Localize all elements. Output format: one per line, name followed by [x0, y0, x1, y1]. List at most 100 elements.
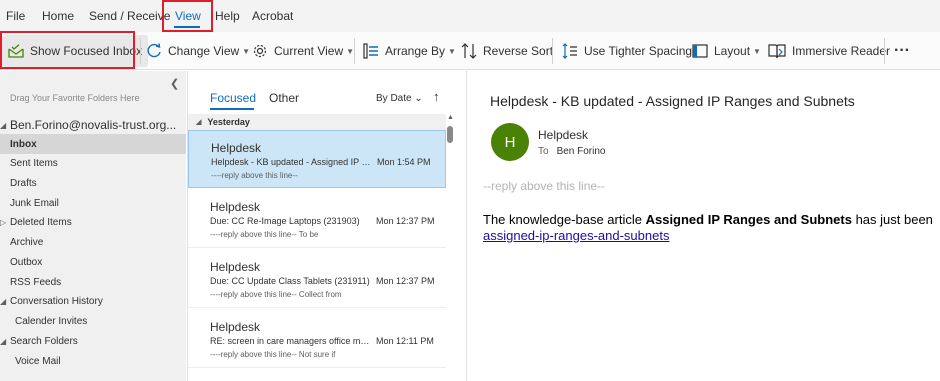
- folder-search-folders[interactable]: ◢ Search Folders: [0, 331, 186, 351]
- folder-label: RSS Feeds: [10, 276, 62, 288]
- layout-button[interactable]: Layout ▼: [692, 32, 761, 70]
- sender-name[interactable]: Helpdesk: [538, 128, 588, 142]
- folder-conversation-history[interactable]: ◢ Conversation History: [0, 291, 186, 311]
- expand-triangle-icon: ▷: [0, 217, 7, 227]
- message-preview: ----reply above this line-- Collect from: [210, 290, 342, 299]
- message-preview: ----reply above this line-- To be: [210, 230, 319, 239]
- change-view-button[interactable]: Change View ▼: [146, 32, 250, 70]
- avatar[interactable]: H: [491, 123, 529, 161]
- folder-sent-items[interactable]: Sent Items: [0, 153, 186, 173]
- sort-arrows-icon: [461, 43, 477, 59]
- immersive-reader-icon: [768, 43, 786, 59]
- folder-label: Deleted Items: [10, 216, 72, 228]
- expand-triangle-icon: ◢: [0, 296, 7, 306]
- spacing-icon: [562, 43, 578, 59]
- menu-help[interactable]: Help: [215, 9, 240, 23]
- expand-triangle-icon: ◢: [0, 336, 7, 346]
- scrollbar-thumb[interactable]: [447, 126, 453, 143]
- message-item[interactable]: Helpdesk Due: CC Update Class Tablets (2…: [188, 250, 446, 308]
- message-subject: Due: CC Re-Image Laptops (231903): [210, 216, 360, 226]
- arrange-by-button[interactable]: Arrange By ▼: [363, 32, 456, 70]
- folder-label: Voice Mail: [15, 355, 61, 367]
- folder-drafts[interactable]: Drafts: [0, 173, 186, 193]
- current-view-button[interactable]: Current View ▼: [252, 32, 354, 70]
- sort-by-dropdown[interactable]: By Date ⌄: [376, 93, 423, 104]
- tab-other[interactable]: Other: [269, 91, 299, 105]
- favorites-hint: Drag Your Favorite Folders Here: [10, 93, 140, 103]
- layout-icon: [692, 43, 708, 59]
- message-sender: Helpdesk: [210, 200, 261, 214]
- reverse-sort-button[interactable]: Reverse Sort: [461, 32, 553, 70]
- ribbon-separator: [354, 38, 355, 64]
- arrange-icon: [363, 43, 379, 59]
- folder-rss-feeds[interactable]: RSS Feeds: [0, 272, 186, 292]
- ribbon-separator: [552, 38, 553, 64]
- message-preview: ----reply above this line-- Not sure if: [210, 350, 336, 359]
- message-item[interactable]: Helpdesk Helpdesk - KB updated - Assigne…: [188, 130, 446, 188]
- scroll-up-arrow-icon[interactable]: ▲: [447, 114, 454, 121]
- folder-archive[interactable]: Archive: [0, 232, 186, 252]
- chevron-down-icon: ▼: [346, 46, 355, 56]
- menu-home[interactable]: Home: [42, 9, 74, 23]
- group-header-yesterday[interactable]: ◢ Yesterday: [188, 114, 446, 130]
- folder-calender-invites[interactable]: Calender Invites: [0, 311, 186, 331]
- body-suffix: has just been: [851, 212, 933, 227]
- chevron-down-icon: ⌄: [414, 93, 423, 104]
- view-tab-underline: [174, 26, 200, 28]
- body-prefix: The knowledge-base article: [483, 212, 646, 227]
- message-subject: Due: CC Update Class Tablets (231911): [210, 276, 370, 286]
- tighter-spacing-button[interactable]: Use Tighter Spacing: [562, 32, 692, 70]
- folder-voice-mail[interactable]: Voice Mail: [0, 351, 186, 371]
- menu-file[interactable]: File: [6, 9, 25, 23]
- folder-label: Drafts: [10, 177, 37, 189]
- immersive-reader-button[interactable]: Immersive Reader: [768, 32, 890, 70]
- sort-direction-arrow-icon[interactable]: ↑: [433, 89, 440, 104]
- chevron-down-icon: ▼: [753, 46, 761, 56]
- folder-inbox[interactable]: Inbox: [0, 134, 186, 154]
- message-list-scrollbar[interactable]: ▲: [446, 114, 454, 381]
- folder-label: Search Folders: [10, 335, 78, 347]
- group-label: Yesterday: [207, 117, 250, 127]
- change-view-icon: [146, 43, 162, 59]
- change-view-label: Change View: [168, 44, 240, 58]
- message-subject-heading: Helpdesk - KB updated - Assigned IP Rang…: [490, 93, 855, 109]
- reply-separator-line: --reply above this line--: [483, 179, 606, 193]
- folder-label: Sent Items: [10, 157, 58, 169]
- recipient-name[interactable]: Ben Forino: [557, 146, 606, 157]
- more-options-button[interactable]: ···: [894, 32, 910, 70]
- folder-label: Outbox: [10, 256, 43, 268]
- folder-label: Inbox: [10, 138, 37, 150]
- menu-acrobat[interactable]: Acrobat: [252, 9, 293, 23]
- folder-deleted-items[interactable]: ▷ Deleted Items: [0, 212, 186, 232]
- show-focused-inbox-label: Show Focused Inbox: [30, 44, 143, 58]
- message-time: Mon 12:37 PM: [376, 216, 435, 226]
- folder-outbox[interactable]: Outbox: [0, 252, 186, 272]
- tab-focused[interactable]: Focused: [210, 91, 256, 105]
- folder-label: Calender Invites: [15, 315, 88, 327]
- article-link[interactable]: assigned-ip-ranges-and-subnets: [483, 228, 669, 243]
- message-time: Mon 1:54 PM: [377, 157, 431, 167]
- message-list: Focused Other By Date ⌄ ↑ ◢ Yesterday He…: [187, 71, 454, 381]
- menu-send-receive[interactable]: Send / Receive: [89, 9, 170, 23]
- account-header[interactable]: ◢ Ben.Forino@novalis-trust.org...: [0, 115, 186, 135]
- account-name: Ben.Forino@novalis-trust.org...: [10, 118, 177, 132]
- folder-label: Archive: [10, 236, 44, 248]
- message-body-text: The knowledge-base article Assigned IP R…: [483, 212, 933, 227]
- message-time: Mon 12:37 PM: [376, 276, 435, 286]
- collapse-pane-icon[interactable]: ❮: [170, 77, 179, 90]
- chevron-down-icon: ▼: [448, 46, 456, 56]
- folder-junk-email[interactable]: Junk Email: [0, 193, 186, 213]
- message-item[interactable]: Helpdesk Due: CC Re-Image Laptops (23190…: [188, 190, 446, 248]
- message-sender: Helpdesk: [210, 260, 261, 274]
- recipient-line: To Ben Forino: [538, 146, 605, 157]
- ribbon-separator: [140, 38, 141, 64]
- immersive-reader-label: Immersive Reader: [792, 44, 891, 58]
- message-sender: Helpdesk: [211, 141, 262, 155]
- message-subject: Helpdesk - KB updated - Assigned IP Ra..…: [211, 157, 371, 167]
- menu-view[interactable]: View: [175, 9, 201, 23]
- message-time: Mon 12:11 PM: [376, 336, 434, 346]
- gear-icon: [252, 43, 268, 59]
- show-focused-inbox-button[interactable]: Show Focused Inbox: [2, 35, 149, 67]
- to-label: To: [538, 146, 549, 157]
- message-item[interactable]: Helpdesk RE: screen in care managers off…: [188, 310, 446, 368]
